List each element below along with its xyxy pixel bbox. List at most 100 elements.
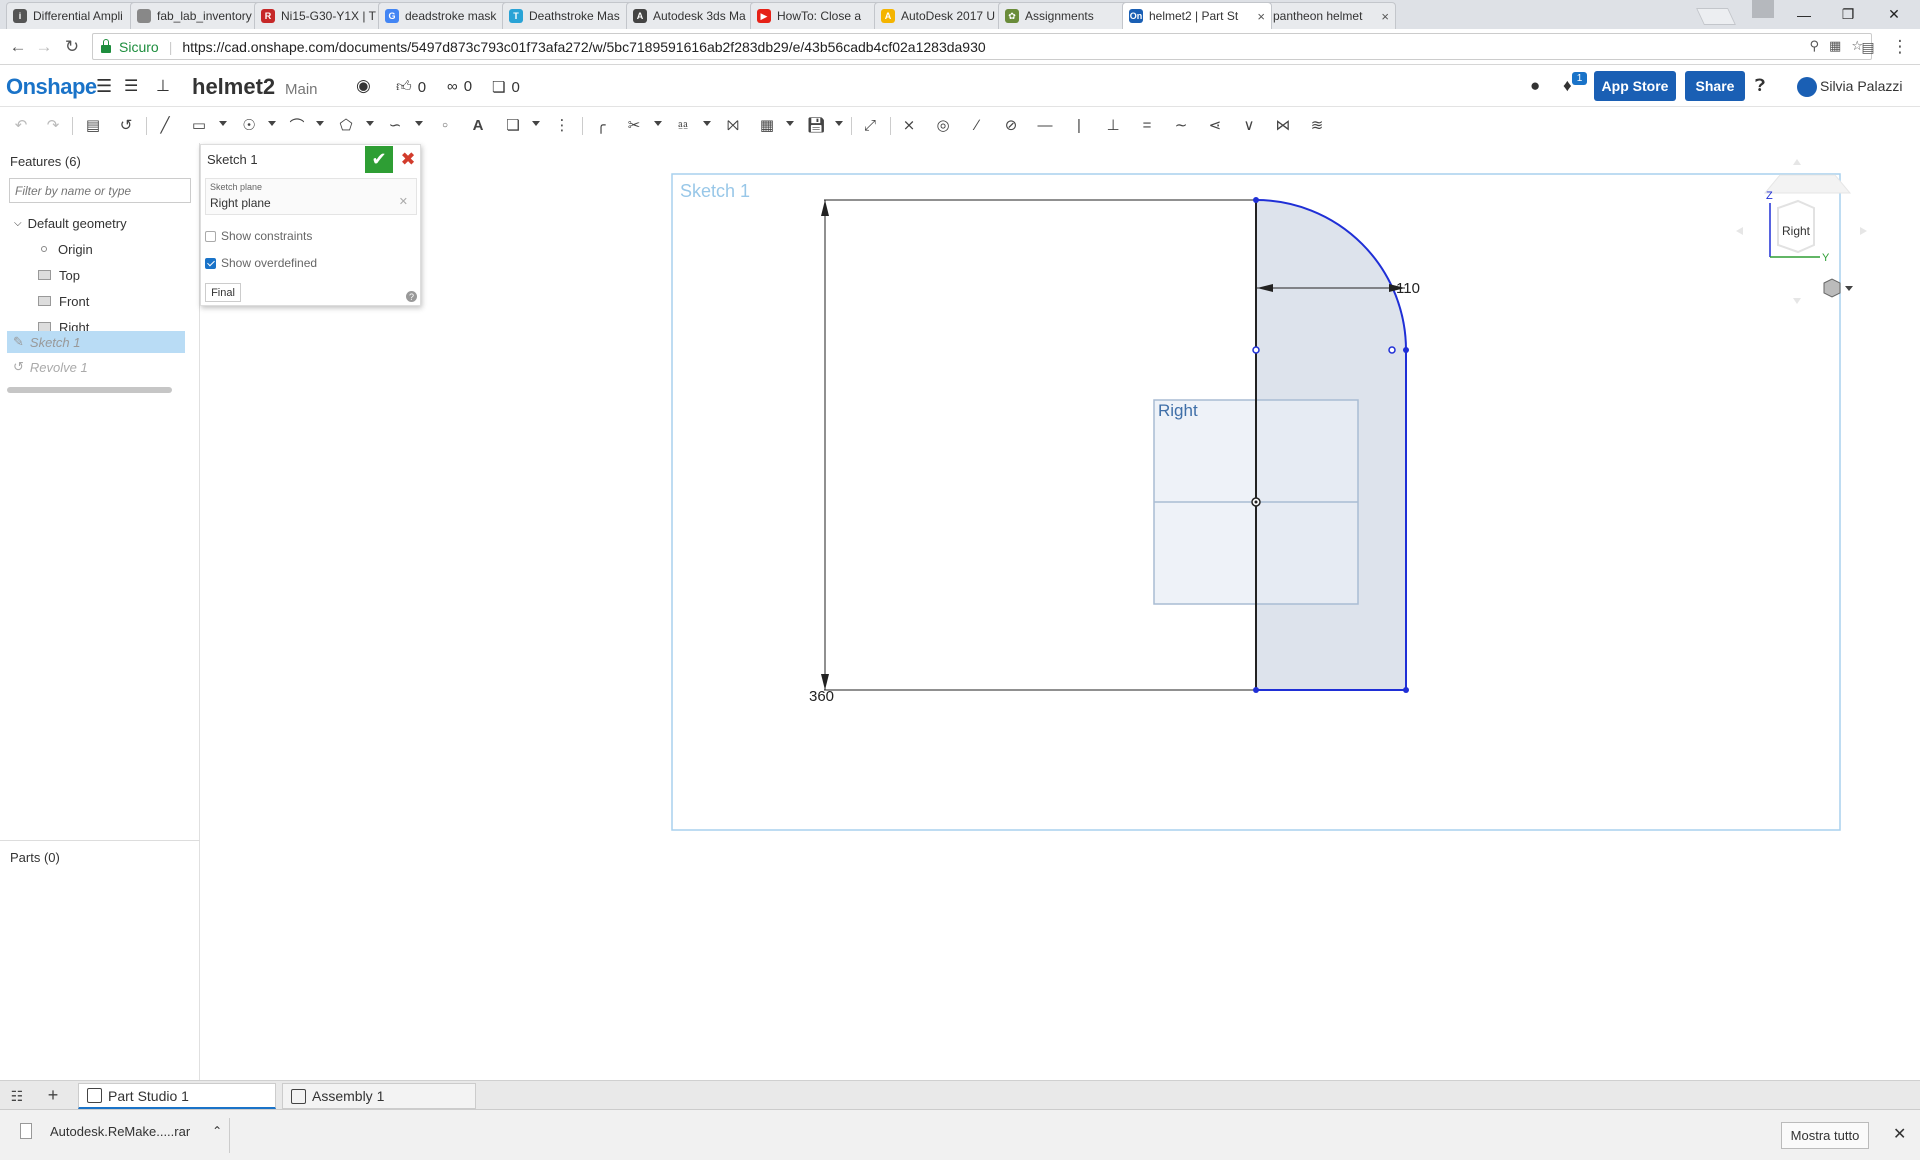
chevron-down-icon[interactable] — [786, 121, 794, 126]
arc-tool-icon[interactable]: ⌒ — [284, 113, 310, 137]
key-icon[interactable]: ⚲ — [1810, 38, 1820, 54]
sketch-point[interactable] — [1403, 347, 1409, 353]
normal-constraint-icon[interactable]: ⋖ — [1202, 113, 1228, 137]
line-tool-icon[interactable]: ╱ — [152, 113, 178, 137]
accept-button[interactable]: ✔ — [365, 146, 393, 173]
horizontal-scrollbar[interactable] — [7, 387, 172, 393]
tab-close-icon[interactable]: × — [1381, 9, 1389, 24]
offset-tool-icon[interactable]: ⎂ — [670, 113, 696, 137]
chevron-down-icon[interactable] — [316, 121, 324, 126]
show-all-button[interactable]: Mostra tutto — [1781, 1122, 1869, 1149]
equal-constraint-icon[interactable]: = — [1134, 113, 1160, 137]
minimize-icon[interactable]: — — [1782, 0, 1826, 29]
text-tool-icon[interactable]: A — [465, 113, 491, 137]
mirror-tool-icon[interactable]: ⨝ — [720, 113, 746, 137]
link-counter[interactable]: ∞ 0 — [447, 78, 472, 95]
default-geometry-folder[interactable]: ⌵ Default geometry — [14, 212, 204, 234]
cancel-button[interactable]: ✖ — [397, 146, 419, 173]
construction-tool-icon[interactable]: ⋮ — [549, 113, 575, 137]
fillet-tool-icon[interactable]: ╭ — [588, 113, 614, 137]
forward-icon[interactable]: → — [34, 37, 54, 57]
fix-constraint-icon[interactable]: ≋ — [1304, 113, 1330, 137]
arc-center-point[interactable] — [1388, 346, 1396, 354]
coincident-constraint-icon[interactable]: ⨯ — [896, 113, 922, 137]
branch-label[interactable]: Main — [285, 81, 318, 98]
chevron-up-icon[interactable]: ⌃ — [212, 1124, 222, 1138]
dxf-import-icon[interactable]: 💾︎ — [803, 113, 829, 137]
hamburger-menu-icon[interactable]: ☰ — [96, 76, 112, 97]
chevron-down-icon[interactable] — [415, 121, 423, 126]
chevron-down-icon[interactable] — [219, 121, 227, 126]
graphics-area[interactable]: Sketch 1 Right 360 110 Right Z Y — [200, 143, 1920, 1083]
sketch-plane-field[interactable]: Sketch plane Right plane ✕ — [205, 178, 417, 215]
feature-filter-input[interactable] — [9, 178, 191, 203]
back-icon[interactable]: ← — [8, 37, 28, 57]
sketch-point[interactable] — [1403, 687, 1409, 693]
clear-selection-icon[interactable]: ✕ — [399, 195, 408, 208]
help-icon[interactable]: ❓︎ — [1755, 76, 1765, 96]
feature-list-toggle-icon[interactable]: ☰ — [124, 76, 138, 96]
window-close-icon[interactable]: ✕ — [1872, 0, 1916, 29]
dimension-tool-icon[interactable]: ⤢ — [857, 113, 883, 137]
browser-menu-icon[interactable]: ⋮ — [1890, 37, 1910, 57]
translate-icon[interactable]: ▦ — [1829, 38, 1841, 54]
trim-tool-icon[interactable]: ✂︎ — [621, 113, 647, 137]
display-mode-icon[interactable] — [1823, 278, 1853, 298]
polygon-tool-icon[interactable]: ⬠ — [333, 113, 359, 137]
horizontal-constraint-icon[interactable]: — — [1032, 113, 1058, 137]
chevron-down-icon[interactable] — [268, 121, 276, 126]
rotate-right-icon[interactable] — [1860, 227, 1867, 235]
chevron-down-icon[interactable] — [532, 121, 540, 126]
undo-icon[interactable]: ↶ — [8, 113, 34, 137]
chevron-down-icon[interactable] — [703, 121, 711, 126]
view-cube-top[interactable] — [1763, 174, 1852, 194]
globe-icon[interactable]: ◉ — [356, 76, 371, 96]
sketch-point[interactable] — [1252, 346, 1260, 354]
sketch-point[interactable] — [1253, 687, 1259, 693]
help-icon[interactable]: ? — [406, 291, 417, 302]
extension-icon[interactable]: ▤ — [1858, 37, 1878, 57]
tab-manager-icon[interactable]: ☷ — [4, 1084, 30, 1108]
circle-tool-icon[interactable]: ☉ — [236, 113, 262, 137]
show-constraints-checkbox[interactable] — [205, 230, 216, 242]
rotate-up-icon[interactable] — [1793, 159, 1801, 165]
midpoint-constraint-icon[interactable]: ∼ — [1168, 113, 1194, 137]
notifications-icon[interactable]: ♦ — [1563, 76, 1572, 96]
use-tool-icon[interactable]: ❏ — [500, 113, 526, 137]
comments-icon[interactable]: ● — [1530, 76, 1540, 96]
tab-part-studio[interactable]: Part Studio 1 — [78, 1083, 276, 1109]
view-cube[interactable]: Right Z Y — [1736, 159, 1867, 304]
chevron-down-icon[interactable] — [654, 121, 662, 126]
download-item[interactable]: Autodesk.ReMake.....rar ⌃ — [20, 1123, 222, 1139]
spline-tool-icon[interactable]: ∽ — [382, 113, 408, 137]
browser-tab[interactable]: On helmet2 | Part St × — [1122, 2, 1272, 29]
vertical-constraint-icon[interactable]: | — [1066, 113, 1092, 137]
show-constraints-option[interactable]: Show constraints — [205, 229, 312, 243]
parallel-constraint-icon[interactable]: ∕ — [964, 113, 990, 137]
revolve-icon[interactable]: ↺ — [113, 113, 139, 137]
rotate-left-icon[interactable] — [1736, 227, 1743, 235]
tree-item-revolve[interactable]: ↺ Revolve 1 — [13, 356, 203, 378]
symmetric-constraint-icon[interactable]: ⋈ — [1270, 113, 1296, 137]
restore-icon[interactable]: ❐ — [1826, 0, 1870, 29]
new-tab-button[interactable] — [1696, 8, 1736, 25]
reload-icon[interactable]: ↻ — [62, 37, 82, 57]
show-overdefined-checkbox[interactable] — [205, 257, 216, 269]
point-tool-icon[interactable]: ○ — [432, 113, 458, 137]
perpendicular-constraint-icon[interactable]: ⊥ — [1100, 113, 1126, 137]
rectangle-tool-icon[interactable]: ▭ — [186, 113, 212, 137]
tangent-constraint-icon[interactable]: ⊘ — [998, 113, 1024, 137]
rotate-down-icon[interactable] — [1793, 298, 1801, 304]
onshape-logo[interactable]: Onshape — [6, 74, 97, 100]
close-icon[interactable]: ✕ — [1893, 1124, 1906, 1144]
pierce-constraint-icon[interactable]: ∨ — [1236, 113, 1262, 137]
tab-assembly[interactable]: Assembly 1 — [282, 1083, 476, 1109]
concentric-constraint-icon[interactable]: ◎ — [930, 113, 956, 137]
show-overdefined-option[interactable]: Show overdefined — [205, 256, 317, 270]
redo-icon[interactable]: ↷ — [40, 113, 66, 137]
sketch-canvas[interactable]: Sketch 1 Right 360 110 Right Z Y — [200, 143, 1920, 1080]
panel-divider[interactable] — [0, 840, 200, 841]
document-title[interactable]: helmet2 — [192, 74, 275, 100]
avatar[interactable] — [1797, 77, 1817, 97]
copy-counter[interactable]: ❏ 0 — [492, 78, 520, 97]
